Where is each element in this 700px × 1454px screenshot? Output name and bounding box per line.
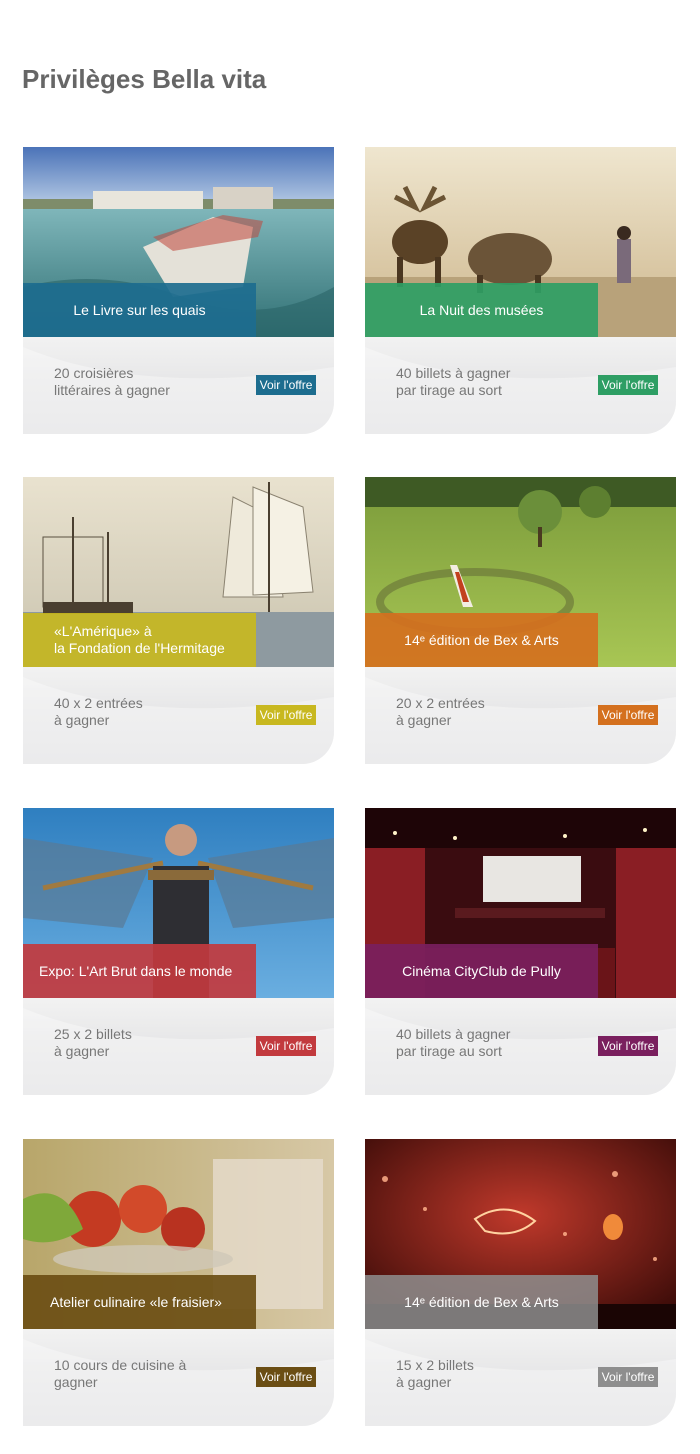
offer-line: 20 x 2 entrées	[396, 695, 485, 711]
card-caption: Expo: L'Art Brut dans le monde	[23, 944, 256, 998]
offer-description: 10 cours de cuisine à gagner	[54, 1357, 254, 1391]
offer-description: 20 croisières littéraires à gagner	[54, 365, 254, 399]
card-footer: 40 billets à gagner par tirage au sort V…	[365, 337, 676, 434]
offer-line: gagner	[54, 1374, 98, 1390]
card-caption: Atelier culinaire «le fraisier»	[23, 1275, 256, 1329]
voir-offre-button[interactable]: Voir l'offre	[256, 375, 316, 395]
offer-line: 15 x 2 billets	[396, 1357, 474, 1373]
offer-line: 40 x 2 entrées	[54, 695, 143, 711]
voir-offre-button[interactable]: Voir l'offre	[256, 1367, 316, 1387]
voir-offre-button[interactable]: Voir l'offre	[598, 375, 658, 395]
voir-offre-button[interactable]: Voir l'offre	[598, 1367, 658, 1387]
card-caption-line: «L'Amérique» à	[54, 623, 152, 639]
offer-line: 40 billets à gagner	[396, 1026, 511, 1042]
offer-line: à gagner	[54, 1043, 110, 1059]
offer-line: à gagner	[396, 712, 452, 728]
offer-description: 40 x 2 entrées à gagner	[54, 695, 254, 729]
offer-line: par tirage au sort	[396, 382, 502, 398]
card-footer: 40 billets à gagner par tirage au sort V…	[365, 998, 676, 1095]
offer-line: 25 x 2 billets	[54, 1026, 132, 1042]
card-caption: Le Livre sur les quais	[23, 283, 256, 337]
voir-offre-button[interactable]: Voir l'offre	[598, 1036, 658, 1056]
offer-description: 15 x 2 billets à gagner	[396, 1357, 596, 1391]
offer-card-bex-arts-night[interactable]: 14ᵉ édition de Bex & Arts 15 x 2 billets…	[365, 1139, 676, 1426]
offer-line: 40 billets à gagner	[396, 365, 511, 381]
card-caption-line: Atelier culinaire «le fraisier»	[50, 1293, 222, 1310]
card-footer: 15 x 2 billets à gagner Voir l'offre	[365, 1329, 676, 1426]
card-footer: 20 x 2 entrées à gagner Voir l'offre	[365, 667, 676, 764]
card-footer: 40 x 2 entrées à gagner Voir l'offre	[23, 667, 334, 764]
offer-line: 10 cours de cuisine à	[54, 1357, 187, 1373]
card-caption-line: Le Livre sur les quais	[73, 301, 206, 318]
card-caption: 14ᵉ édition de Bex & Arts	[365, 613, 598, 667]
card-caption-line: 14ᵉ édition de Bex & Arts	[404, 1293, 559, 1310]
offer-line: 20 croisières	[54, 365, 134, 381]
offer-card-livre-sur-les-quais[interactable]: Le Livre sur les quais 20 croisières lit…	[23, 147, 334, 434]
card-caption: La Nuit des musées	[365, 283, 598, 337]
card-footer: 10 cours de cuisine à gagner Voir l'offr…	[23, 1329, 334, 1426]
offer-card-amerique-hermitage[interactable]: «L'Amérique» à la Fondation de l'Hermita…	[23, 477, 334, 764]
card-caption: Cinéma CityClub de Pully	[365, 944, 598, 998]
offer-description: 40 billets à gagner par tirage au sort	[396, 1026, 596, 1060]
offer-card-nuit-des-musees[interactable]: La Nuit des musées 40 billets à gagner p…	[365, 147, 676, 434]
voir-offre-button[interactable]: Voir l'offre	[256, 705, 316, 725]
offer-card-cinema-cityclub[interactable]: Cinéma CityClub de Pully 40 billets à ga…	[365, 808, 676, 1095]
page-title: Privilèges Bella vita	[22, 64, 267, 94]
card-caption-line: Expo: L'Art Brut dans le monde	[39, 962, 233, 979]
offer-line: à gagner	[54, 712, 110, 728]
offer-description: 40 billets à gagner par tirage au sort	[396, 365, 596, 399]
card-caption-line: La Nuit des musées	[419, 301, 544, 318]
card-caption-line: Cinéma CityClub de Pully	[402, 962, 561, 979]
card-footer: 25 x 2 billets à gagner Voir l'offre	[23, 998, 334, 1095]
voir-offre-button[interactable]: Voir l'offre	[598, 705, 658, 725]
offer-line: littéraires à gagner	[54, 382, 170, 398]
card-caption-line: la Fondation de l'Hermitage	[54, 640, 225, 656]
offer-description: 25 x 2 billets à gagner	[54, 1026, 254, 1060]
offer-line: par tirage au sort	[396, 1043, 502, 1059]
card-footer: 20 croisières littéraires à gagner Voir …	[23, 337, 334, 434]
card-caption-line: 14ᵉ édition de Bex & Arts	[404, 631, 559, 648]
offer-card-bex-arts[interactable]: 14ᵉ édition de Bex & Arts 20 x 2 entrées…	[365, 477, 676, 764]
offer-card-atelier-culinaire[interactable]: Atelier culinaire «le fraisier» 10 cours…	[23, 1139, 334, 1426]
offer-description: 20 x 2 entrées à gagner	[396, 695, 596, 729]
offer-card-art-brut[interactable]: Expo: L'Art Brut dans le monde 25 x 2 bi…	[23, 808, 334, 1095]
offer-line: à gagner	[396, 1374, 452, 1390]
voir-offre-button[interactable]: Voir l'offre	[256, 1036, 316, 1056]
card-caption: «L'Amérique» à la Fondation de l'Hermita…	[23, 613, 256, 667]
card-caption: 14ᵉ édition de Bex & Arts	[365, 1275, 598, 1329]
